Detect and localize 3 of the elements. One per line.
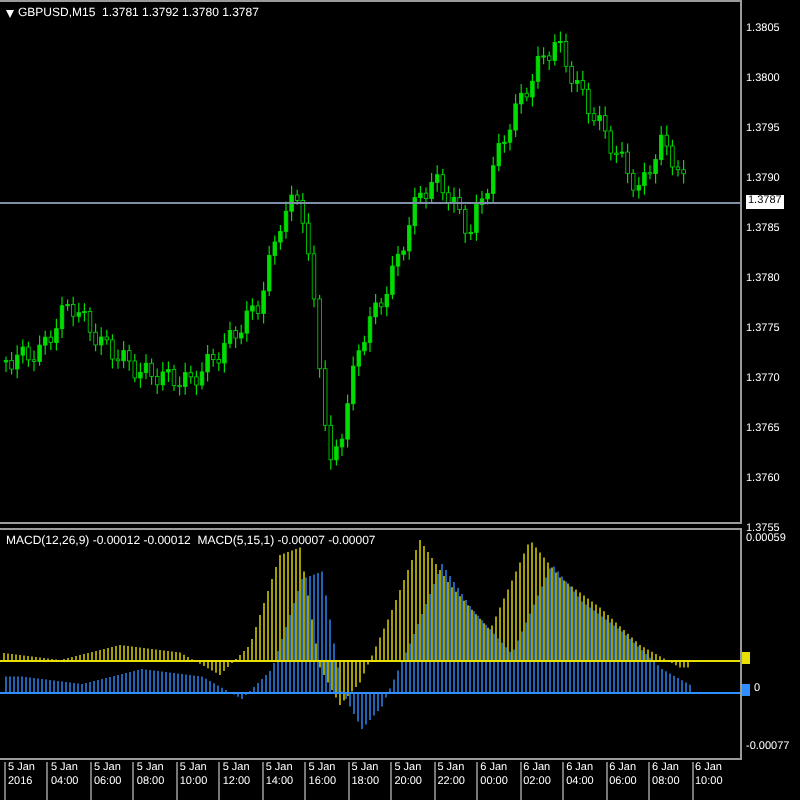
zero-marker-icon bbox=[742, 652, 750, 664]
signal-marker-icon bbox=[742, 684, 750, 696]
dropdown-triangle-icon[interactable] bbox=[6, 10, 14, 18]
